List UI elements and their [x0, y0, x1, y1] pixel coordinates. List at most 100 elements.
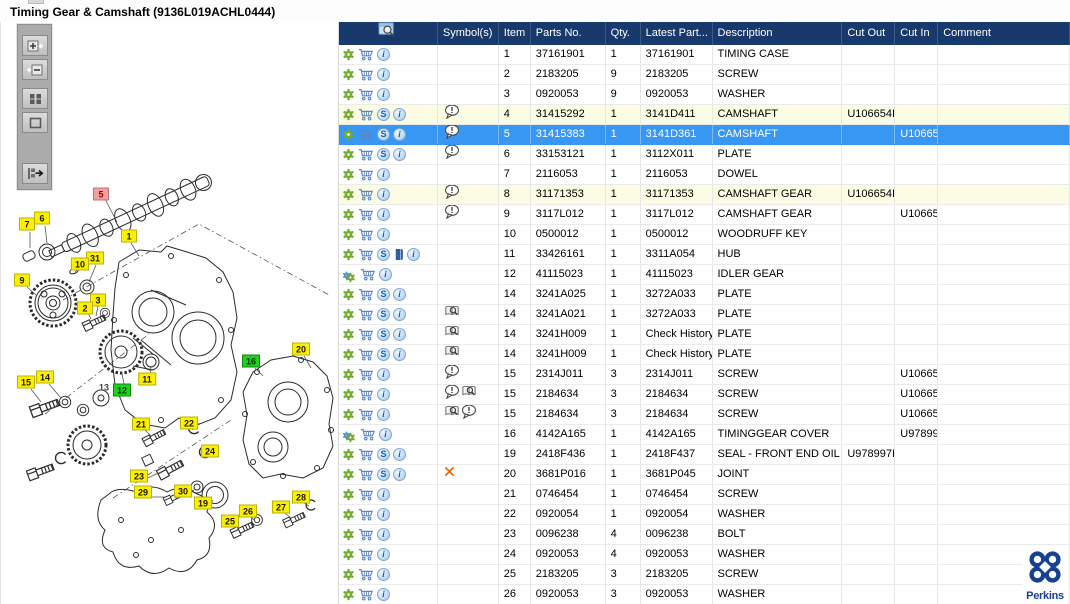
gear-icon[interactable] — [342, 148, 355, 161]
diagram-callout-29[interactable]: 29 — [133, 485, 153, 499]
cart-icon[interactable] — [358, 448, 374, 461]
info-icon[interactable]: i — [377, 368, 390, 381]
diagram-callout-23[interactable]: 23 — [129, 469, 149, 483]
info-icon[interactable]: i — [393, 328, 406, 341]
cart-icon[interactable] — [358, 208, 374, 221]
cart-icon[interactable] — [358, 148, 374, 161]
column-header-parts-no[interactable]: Parts No. — [531, 22, 606, 45]
table-row-item-7[interactable]: i 7 2116053 1 2116053 DOWEL — [339, 165, 1070, 185]
cart-icon[interactable] — [358, 468, 374, 481]
gear-icon[interactable] — [342, 208, 355, 221]
cart-icon[interactable] — [358, 188, 374, 201]
table-row-item-9[interactable]: i!93117L01213117L012CAMSHAFT GEARU106655 — [339, 205, 1070, 225]
gear-icon[interactable] — [342, 288, 355, 301]
gear-icon[interactable] — [342, 328, 355, 341]
superseded-icon[interactable]: S — [377, 288, 390, 301]
column-header-actions[interactable] — [339, 22, 438, 45]
tile-view-button[interactable] — [22, 88, 48, 109]
table-row-item-22[interactable]: i 22 0920054 1 0920054 WASHER — [339, 505, 1070, 525]
diagram-callout-25[interactable]: 25 — [220, 514, 240, 528]
table-row-item-4[interactable]: Si! 4 31415292 1 3141D411 CAMSHAFT U106654I — [339, 105, 1070, 125]
table-row-item-5[interactable]: Si! 53141538313141D361CAMSHAFT U106655 — [339, 125, 1070, 145]
column-header-latest-part[interactable]: Latest Part... — [641, 22, 713, 45]
diagram-callout-11[interactable]: 11 — [138, 372, 156, 386]
gear-icon[interactable] — [342, 88, 355, 101]
column-header-qty[interactable]: Qty. — [606, 22, 641, 45]
column-header-symbol-s[interactable]: Symbol(s) — [438, 22, 499, 45]
info-icon[interactable]: i — [377, 208, 390, 221]
gear-icon[interactable] — [342, 308, 355, 321]
diagram-callout-13[interactable]: 13 — [95, 381, 113, 394]
info-icon[interactable]: i — [393, 128, 406, 141]
table-row-item-11[interactable]: Si 11 33426161 1 3311A054 HUB — [339, 245, 1070, 265]
info-icon[interactable]: i — [377, 168, 390, 181]
diagram-callout-6[interactable]: 6 — [34, 211, 50, 225]
gear-icon[interactable] — [342, 68, 355, 81]
cart-icon[interactable] — [358, 328, 374, 341]
info-icon[interactable]: i — [377, 408, 390, 421]
diagram-callout-26[interactable]: 26 — [238, 504, 258, 518]
table-row-item-2[interactable]: i 2 2183205 9 2183205 SCREW — [339, 65, 1070, 85]
superseded-icon[interactable]: S — [377, 148, 390, 161]
info-icon[interactable]: i — [377, 88, 390, 101]
superseded-icon[interactable]: S — [377, 448, 390, 461]
fit-view-button[interactable] — [22, 112, 48, 133]
cart-icon[interactable] — [358, 228, 374, 241]
diagram-callout-28[interactable]: 28 — [291, 490, 311, 504]
cart-icon[interactable] — [358, 168, 374, 181]
table-row-item-26[interactable]: i 26 0920053 3 0920053 WASHER — [339, 585, 1070, 604]
book-icon[interactable] — [393, 248, 404, 261]
superseded-icon[interactable]: S — [377, 468, 390, 481]
table-row-item-24[interactable]: i 24 0920053 4 0920053 WASHER — [339, 545, 1070, 565]
cart-icon[interactable] — [358, 568, 374, 581]
info-icon[interactable]: i — [407, 248, 420, 261]
superseded-icon[interactable]: S — [377, 308, 390, 321]
cart-icon[interactable] — [358, 508, 374, 521]
gear-icon[interactable] — [342, 188, 355, 201]
info-icon[interactable]: i — [393, 108, 406, 121]
column-search-icon[interactable] — [378, 22, 397, 45]
diagram-callout-30[interactable]: 30 — [173, 484, 193, 498]
diagram-callout-7[interactable]: 7 — [19, 217, 35, 231]
diagram-callout-5[interactable]: 5 — [93, 187, 109, 201]
cart-icon[interactable] — [358, 408, 374, 421]
gear-icon[interactable] — [342, 568, 355, 581]
table-row-item-19[interactable]: Si 19 2418F436 1 2418F437 SEAL - FRONT END OI… — [339, 445, 1070, 465]
zoom-in-button[interactable] — [22, 35, 48, 56]
gear-icon[interactable] — [342, 128, 355, 141]
info-icon[interactable]: i — [377, 568, 390, 581]
cart-icon[interactable] — [358, 488, 374, 501]
table-row-item-21[interactable]: i 21 0746454 1 0746454 SCREW — [339, 485, 1070, 505]
diagram-callout-10[interactable]: 10 — [70, 257, 90, 271]
superseded-icon[interactable]: S — [377, 328, 390, 341]
cart-icon[interactable] — [358, 248, 374, 261]
gear-icon[interactable] — [342, 588, 355, 601]
gear-pair-icon[interactable] — [342, 428, 357, 442]
diagram-callout-20[interactable]: 20 — [291, 342, 311, 356]
cart-icon[interactable] — [360, 428, 376, 441]
info-icon[interactable]: i — [393, 148, 406, 161]
cart-icon[interactable] — [358, 128, 374, 141]
cart-icon[interactable] — [358, 288, 374, 301]
diagram-callout-19[interactable]: 19 — [193, 496, 213, 510]
column-header-item[interactable]: Item — [499, 22, 531, 45]
panel-toggle-button[interactable] — [22, 163, 48, 184]
cart-icon[interactable] — [358, 388, 374, 401]
table-row-item-6[interactable]: Si! 6 33153121 1 3112X011 PLATE — [339, 145, 1070, 165]
cart-icon[interactable] — [358, 308, 374, 321]
info-icon[interactable]: i — [377, 48, 390, 61]
table-row-item-14[interactable]: Si 14 3241A021 1 3272A033 PLATE — [339, 305, 1070, 325]
gear-icon[interactable] — [342, 488, 355, 501]
column-header-description[interactable]: Description — [713, 22, 843, 45]
diagram-callout-22[interactable]: 22 — [179, 416, 199, 430]
info-icon[interactable]: i — [377, 388, 390, 401]
table-row-item-14[interactable]: Si 14 3241H009 1 Check History PLATE — [339, 325, 1070, 345]
zoom-out-button[interactable] — [22, 59, 48, 80]
cart-icon[interactable] — [358, 48, 374, 61]
info-icon[interactable]: i — [377, 488, 390, 501]
info-icon[interactable]: i — [393, 448, 406, 461]
cart-icon[interactable] — [358, 108, 374, 121]
diagram-callout-21[interactable]: 21 — [131, 417, 151, 431]
gear-icon[interactable] — [342, 48, 355, 61]
superseded-icon[interactable]: S — [377, 248, 390, 261]
